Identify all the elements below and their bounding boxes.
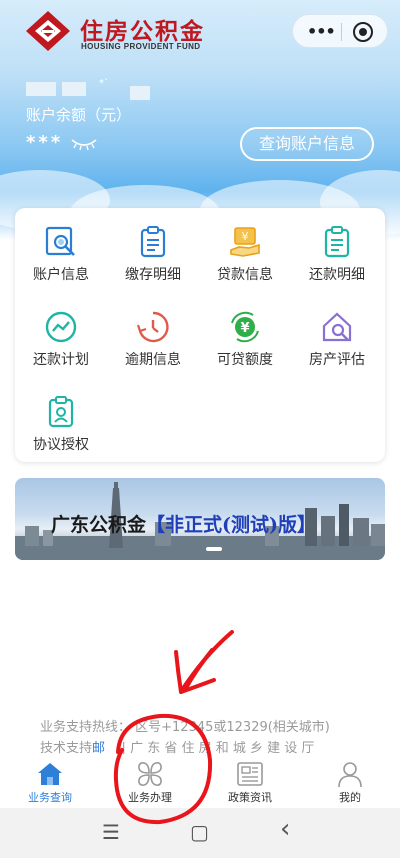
service-label: 缴存明细 (125, 267, 181, 283)
person-icon (338, 762, 362, 788)
close-miniprogram-icon[interactable] (353, 22, 373, 42)
capsule-divider (341, 23, 342, 41)
brand-logo: 住房公积金 HOUSING PROVIDENT FUND (24, 8, 264, 54)
home-button-icon[interactable]: ▢ (190, 820, 209, 844)
newspaper-icon (237, 762, 263, 786)
service-label: 贷款信息 (217, 267, 273, 283)
tab-label: 我的 (339, 791, 361, 804)
banner-title-main: 广东公积金 (51, 514, 147, 536)
house-search-icon (322, 312, 352, 342)
service-label: 账户信息 (33, 267, 89, 283)
masked-name-text: *` (99, 78, 109, 89)
clipboard-list-icon (140, 226, 166, 258)
trend-chart-icon (45, 311, 77, 343)
tab-mine[interactable]: 我的 (300, 754, 400, 808)
svg-text:¥: ¥ (242, 230, 249, 243)
service-agreement-authorization[interactable]: 协议授权 (15, 382, 107, 462)
tab-label: 业务查询 (28, 791, 72, 804)
banner-title: 广东公积金【非正式(测试)版】 (51, 510, 316, 537)
yuan-hand-icon: ¥ (230, 227, 260, 257)
service-grid-card: 账户信息 缴存明细 ¥ 贷款信息 还款明细 还款计划 逾期信息 ¥ 可贷额度 房… (15, 208, 385, 462)
logo-emblem-icon (26, 11, 70, 51)
more-menu-icon[interactable]: ••• (307, 22, 336, 41)
tab-business-handling[interactable]: 业务办理 (100, 754, 200, 808)
service-loan-quota[interactable]: ¥ 可贷额度 (199, 297, 291, 377)
service-label: 房产评估 (309, 352, 365, 368)
carousel-indicator (206, 547, 222, 551)
masked-name-block (130, 86, 150, 100)
service-label: 协议授权 (33, 437, 89, 453)
badge-clipboard-icon (48, 396, 74, 428)
yuan-cycle-icon: ¥ (231, 311, 259, 343)
tab-business-query[interactable]: 业务查询 (0, 754, 100, 808)
service-repayment-details[interactable]: 还款明细 (291, 212, 383, 292)
logo-title: 住房公积金 (80, 19, 205, 45)
menu-icon[interactable]: ☰ (102, 820, 120, 844)
service-label: 可贷额度 (217, 352, 273, 368)
svg-text:¥: ¥ (240, 321, 249, 336)
service-overdue-info[interactable]: 逾期信息 (107, 297, 199, 377)
clipboard-list-icon (324, 226, 350, 258)
promo-banner[interactable]: 广东公积金【非正式(测试)版】 (15, 478, 385, 560)
balance-value: *** (26, 132, 64, 153)
service-deposit-details[interactable]: 缴存明细 (107, 212, 199, 292)
service-label: 逾期信息 (125, 352, 181, 368)
tab-label: 政策资讯 (228, 791, 272, 804)
service-label: 还款明细 (309, 267, 365, 283)
support-hotline-text: 业务支持热线： 区号+12345或12329(相关城市) (40, 720, 330, 735)
logo-subtitle: HOUSING PROVIDENT FUND (81, 42, 201, 51)
service-property-valuation[interactable]: 房产评估 (291, 297, 383, 377)
tab-policy-news[interactable]: 政策资讯 (200, 754, 300, 808)
back-icon[interactable]: ‹ (280, 814, 290, 844)
eye-closed-icon[interactable] (70, 136, 98, 152)
masked-name-block (26, 82, 56, 96)
mini-program-capsule: ••• (292, 14, 388, 48)
four-leaf-icon (138, 762, 162, 786)
masked-name-block (62, 82, 86, 96)
system-navigation-bar: ☰ ▢ ‹ (0, 808, 400, 858)
bottom-tab-bar: 业务查询 业务办理 政策资讯 我的 (0, 754, 400, 808)
account-search-icon (45, 226, 75, 256)
home-icon (38, 763, 62, 785)
service-loan-info[interactable]: ¥ 贷款信息 (199, 212, 291, 292)
app-screen: 住房公积金 HOUSING PROVIDENT FUND ••• *` 账户余额… (0, 0, 400, 858)
banner-title-tag: 【非正式(测试)版】 (146, 514, 316, 536)
service-account-info[interactable]: 账户信息 (15, 212, 107, 292)
balance-label: 账户余额（元） (26, 106, 132, 124)
tab-label: 业务办理 (128, 791, 172, 804)
clock-alert-icon (137, 311, 169, 343)
service-label: 还款计划 (33, 352, 89, 368)
service-repayment-plan[interactable]: 还款计划 (15, 297, 107, 377)
query-account-button[interactable]: 查询账户信息 (240, 127, 374, 161)
